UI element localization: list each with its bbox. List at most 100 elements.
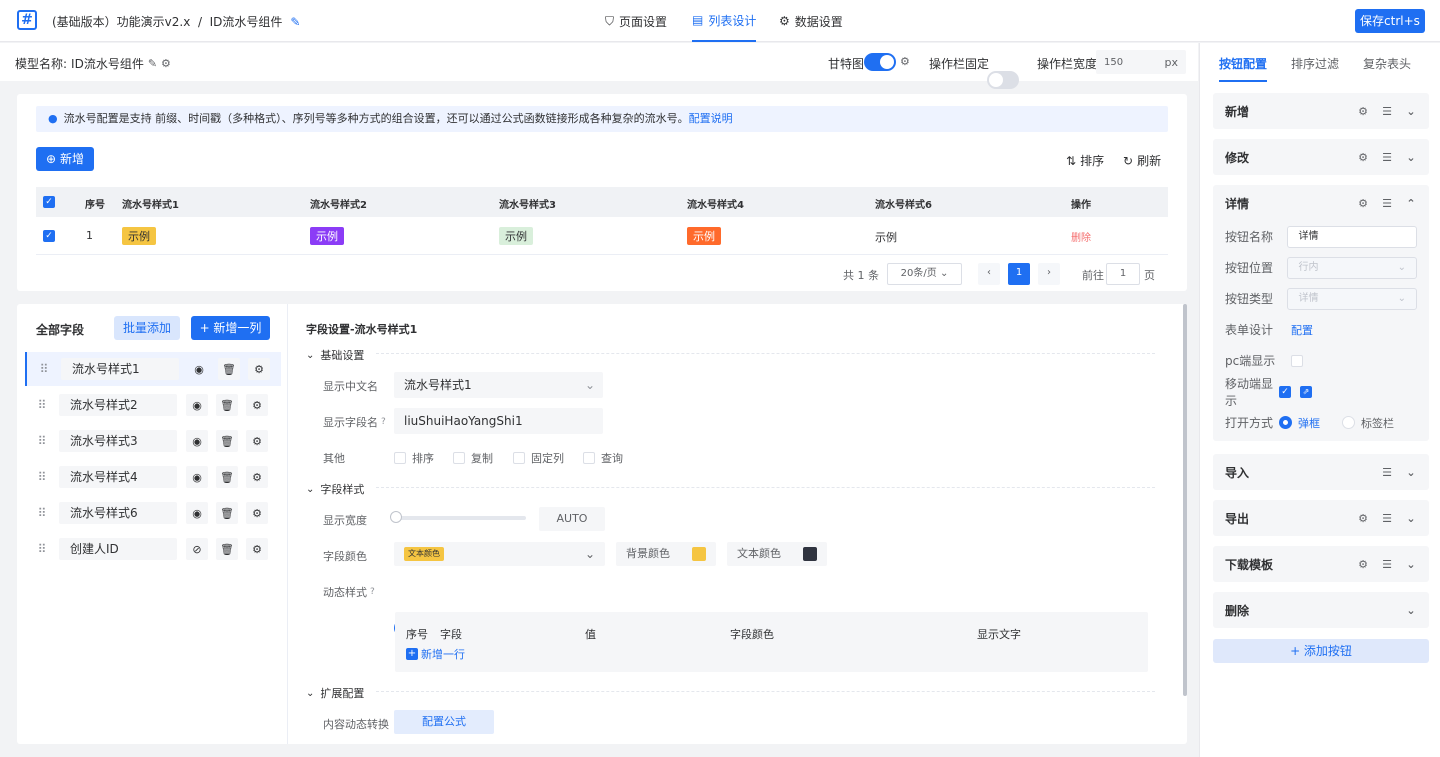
button-card-download-template[interactable]: 下载模板 ⚙ ☰ ⌄ bbox=[1213, 546, 1429, 582]
drag-handle-icon[interactable]: ⠿ bbox=[25, 398, 59, 412]
fixed-column-toggle[interactable] bbox=[987, 71, 1019, 89]
settings-icon[interactable]: ⚙ bbox=[248, 358, 270, 380]
copy-checkbox[interactable]: 复制 bbox=[453, 450, 493, 466]
button-card-delete[interactable]: 删除 ⌄ bbox=[1213, 592, 1429, 628]
list-item[interactable]: ⠿ 流水号样式4 ◉ 🗑 ⚙ bbox=[25, 460, 281, 494]
field-name[interactable]: 流水号样式6 bbox=[59, 502, 177, 524]
tab-page-settings[interactable]: ⛉ 页面设置 bbox=[605, 0, 667, 42]
field-name[interactable]: 流水号样式3 bbox=[59, 430, 177, 452]
settings-icon[interactable]: ⚙ bbox=[246, 394, 268, 416]
app-logo-icon[interactable]: # bbox=[17, 10, 37, 30]
drag-handle-icon[interactable]: ⠿ bbox=[25, 434, 59, 448]
list-settings-icon[interactable]: ☰ bbox=[1381, 512, 1393, 525]
section-basic-header[interactable]: ⌄ 基础设置 bbox=[306, 347, 364, 363]
eye-off-icon[interactable]: ⊘ bbox=[186, 538, 208, 560]
help-icon[interactable]: ? bbox=[381, 417, 386, 427]
edit-icon[interactable]: ✎ bbox=[290, 15, 300, 29]
drag-handle-icon[interactable]: ⠿ bbox=[25, 470, 59, 484]
section-style-header[interactable]: ⌄ 字段样式 bbox=[306, 481, 364, 497]
mobile-display-checkbox[interactable]: ✓ bbox=[1279, 385, 1291, 398]
eye-icon[interactable]: ◉ bbox=[186, 502, 208, 524]
page-size-select[interactable]: 20条/页 ⌄ bbox=[887, 263, 962, 285]
button-name-input[interactable]: 详情 bbox=[1287, 225, 1417, 248]
add-button-button[interactable]: + 添加按钮 bbox=[1213, 639, 1429, 663]
trash-icon[interactable]: 🗑 bbox=[216, 538, 238, 560]
mobile-settings-icon[interactable]: ⇗ bbox=[1300, 385, 1312, 398]
button-card-add[interactable]: 新增 ⚙ ☰ ⌄ bbox=[1213, 93, 1429, 129]
column-width-input[interactable]: 150 px bbox=[1096, 50, 1186, 74]
config-formula-button[interactable]: 配置公式 bbox=[394, 710, 494, 734]
list-settings-icon[interactable]: ☰ bbox=[1381, 197, 1393, 210]
list-settings-icon[interactable]: ☰ bbox=[1381, 105, 1393, 118]
gear-icon[interactable]: ⚙ bbox=[1357, 512, 1369, 525]
tab-complex-header[interactable]: 复杂表头 bbox=[1363, 55, 1411, 72]
help-icon[interactable]: ? bbox=[370, 587, 375, 597]
trash-icon[interactable]: 🗑 bbox=[216, 430, 238, 452]
field-name-input[interactable]: liuShuiHaoYangShi1 bbox=[394, 408, 603, 434]
current-page[interactable]: 1 bbox=[1008, 263, 1030, 285]
field-name[interactable]: 流水号样式4 bbox=[59, 466, 177, 488]
eye-icon[interactable]: ◉ bbox=[186, 466, 208, 488]
field-name[interactable]: 流水号样式2 bbox=[59, 394, 177, 416]
trash-icon[interactable]: 🗑 bbox=[216, 502, 238, 524]
trash-icon[interactable]: 🗑 bbox=[216, 394, 238, 416]
drag-handle-icon[interactable]: ⠿ bbox=[27, 362, 61, 376]
field-name[interactable]: 创建人ID bbox=[59, 538, 177, 560]
tab-sort-filter[interactable]: 排序过滤 bbox=[1291, 55, 1339, 72]
chevron-down-circle-icon[interactable]: ⌄ bbox=[1405, 604, 1417, 617]
query-checkbox[interactable]: 查询 bbox=[583, 450, 623, 466]
add-button[interactable]: ⊕ 新增 bbox=[36, 147, 94, 171]
tab-list-design[interactable]: ▤ 列表设计 bbox=[692, 0, 757, 42]
batch-add-button[interactable]: 批量添加 bbox=[114, 316, 180, 340]
drag-handle-icon[interactable]: ⠿ bbox=[25, 542, 59, 556]
button-position-select[interactable]: 行内 ⌄ bbox=[1287, 256, 1417, 279]
chevron-down-circle-icon[interactable]: ⌄ bbox=[1405, 512, 1417, 525]
eye-icon[interactable]: ◉ bbox=[186, 394, 208, 416]
chevron-down-circle-icon[interactable]: ⌄ bbox=[1405, 558, 1417, 571]
goto-input[interactable]: 1 bbox=[1106, 263, 1140, 285]
open-mode-tab-radio[interactable]: 标签栏 bbox=[1342, 415, 1394, 431]
width-value-input[interactable]: AUTO bbox=[539, 507, 605, 531]
refresh-button[interactable]: ↻ 刷新 bbox=[1123, 152, 1161, 169]
settings-icon[interactable]: ⚙ bbox=[246, 538, 268, 560]
chevron-down-circle-icon[interactable]: ⌄ bbox=[1405, 105, 1417, 118]
text-color-picker[interactable]: 文本颜色 bbox=[727, 542, 827, 566]
tab-data-settings[interactable]: ⚙ 数据设置 bbox=[779, 0, 843, 42]
open-mode-dialog-radio[interactable]: 弹框 bbox=[1279, 415, 1320, 431]
delete-link[interactable]: 删除 bbox=[1071, 229, 1091, 244]
save-button[interactable]: 保存ctrl+s bbox=[1355, 9, 1425, 33]
pc-display-checkbox[interactable] bbox=[1291, 354, 1303, 367]
list-settings-icon[interactable]: ☰ bbox=[1381, 151, 1393, 164]
trash-icon[interactable]: 🗑 bbox=[218, 358, 240, 380]
settings-icon[interactable]: ⚙ bbox=[246, 466, 268, 488]
gear-icon[interactable]: ⚙ bbox=[1357, 151, 1369, 164]
list-item[interactable]: ⠿ 流水号样式2 ◉ 🗑 ⚙ bbox=[25, 388, 281, 422]
gear-icon[interactable]: ⚙ bbox=[900, 55, 910, 68]
next-page-button[interactable]: › bbox=[1038, 263, 1060, 285]
eye-icon[interactable]: ◉ bbox=[188, 358, 210, 380]
scrollbar[interactable] bbox=[1183, 304, 1187, 696]
section-ext-header[interactable]: ⌄ 扩展配置 bbox=[306, 685, 364, 701]
sort-button[interactable]: ⇅ 排序 bbox=[1066, 152, 1104, 169]
fixed-column-checkbox[interactable]: 固定列 bbox=[513, 450, 564, 466]
field-color-select[interactable]: 文本颜色 ⌄ bbox=[394, 542, 605, 566]
gantt-toggle[interactable] bbox=[864, 53, 896, 71]
row-checkbox[interactable]: ✓ bbox=[43, 230, 55, 242]
prev-page-button[interactable]: ‹ bbox=[978, 263, 1000, 285]
trash-icon[interactable]: 🗑 bbox=[216, 466, 238, 488]
field-name[interactable]: 流水号样式1 bbox=[61, 358, 179, 380]
button-type-select[interactable]: 详情 ⌄ bbox=[1287, 287, 1417, 310]
button-card-edit[interactable]: 修改 ⚙ ☰ ⌄ bbox=[1213, 139, 1429, 175]
drag-handle-icon[interactable]: ⠿ bbox=[25, 506, 59, 520]
add-column-button[interactable]: + 新增一列 bbox=[191, 316, 270, 340]
button-card-import[interactable]: 导入 ☰ ⌄ bbox=[1213, 454, 1429, 490]
eye-icon[interactable]: ◉ bbox=[186, 430, 208, 452]
list-settings-icon[interactable]: ☰ bbox=[1381, 558, 1393, 571]
chevron-down-circle-icon[interactable]: ⌄ bbox=[1405, 151, 1417, 164]
button-card-detail[interactable]: 详情 ⚙ ☰ ⌃ 按钮名称 详情 按钮位置 行内 ⌄ 按钮类型 详情 ⌄ 表单设计 配置 pc端… bbox=[1213, 185, 1429, 441]
form-config-link[interactable]: 配置 bbox=[1291, 322, 1313, 338]
list-item[interactable]: ⠿ 流水号样式3 ◉ 🗑 ⚙ bbox=[25, 424, 281, 458]
list-item[interactable]: ⠿ 流水号样式6 ◉ 🗑 ⚙ bbox=[25, 496, 281, 530]
button-card-export[interactable]: 导出 ⚙ ☰ ⌄ bbox=[1213, 500, 1429, 536]
width-slider[interactable] bbox=[390, 511, 526, 523]
